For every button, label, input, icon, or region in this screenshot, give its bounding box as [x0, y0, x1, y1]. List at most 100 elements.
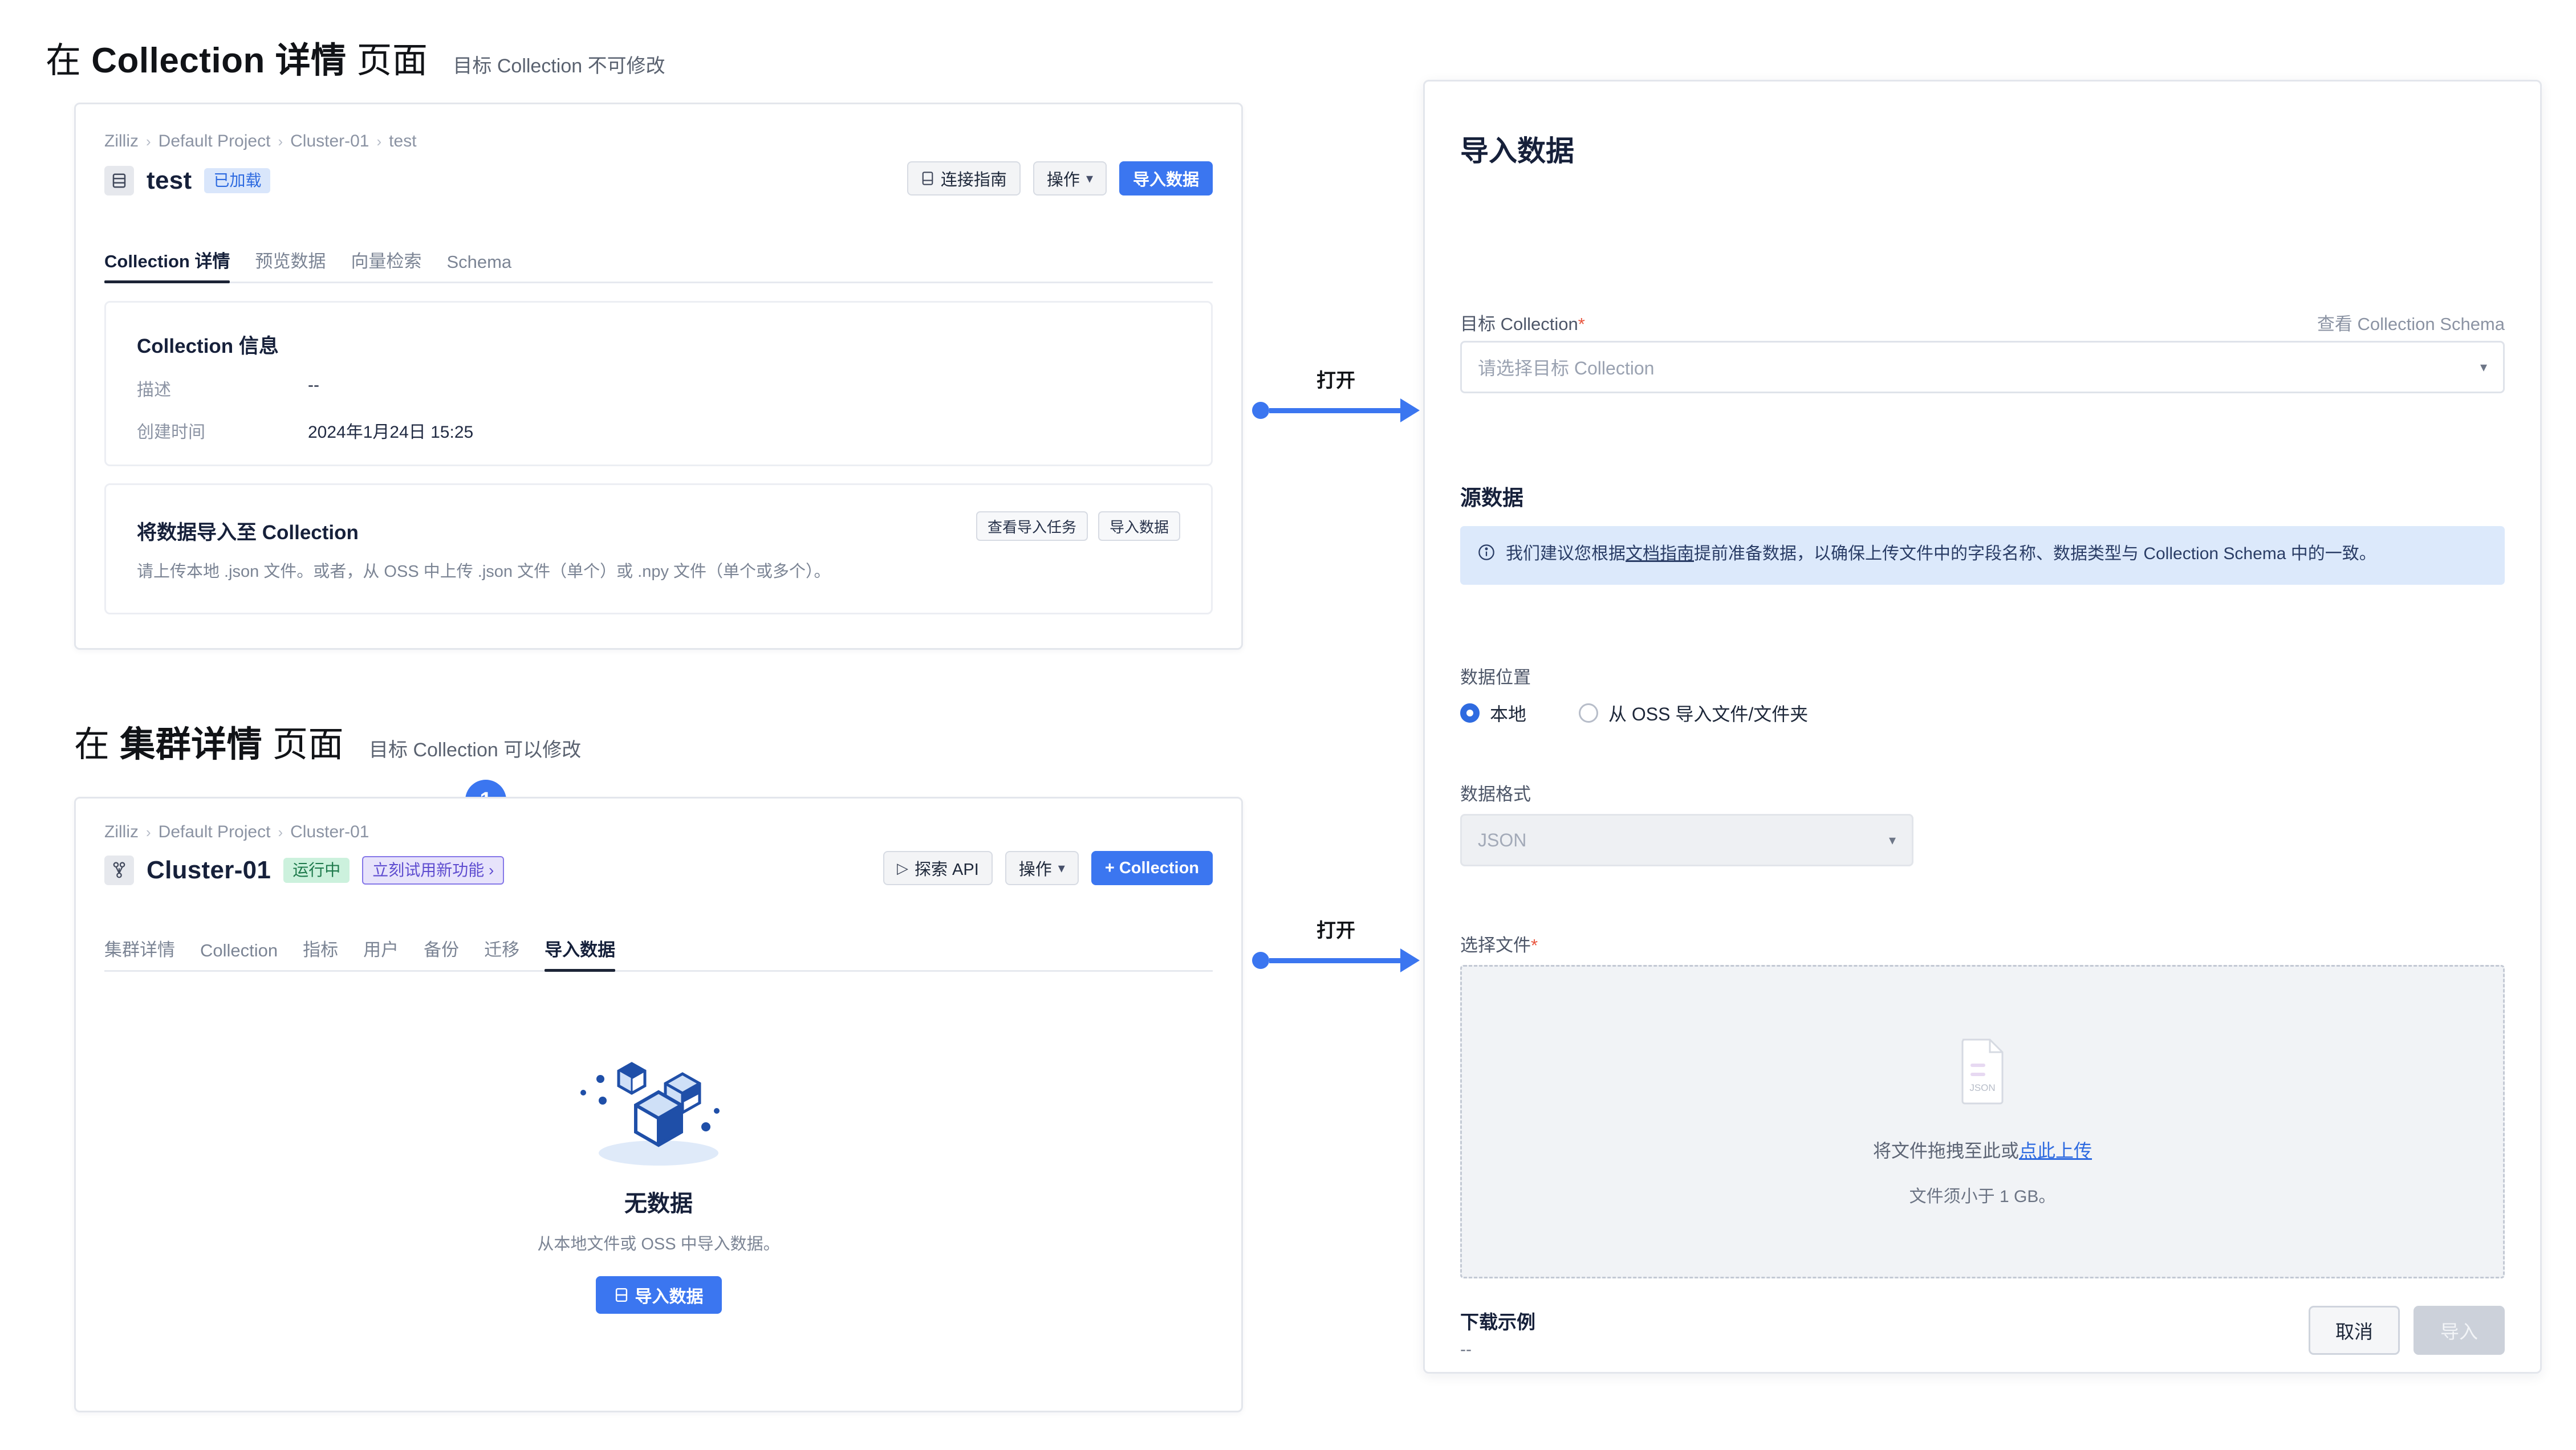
flow-arrow-label: 打开 [1317, 370, 1355, 392]
chevron-down-icon: ▾ [1086, 170, 1093, 186]
view-import-tasks-button[interactable]: 查看导入任务 [976, 511, 1088, 541]
empty-cubes-illustration [580, 1062, 720, 1166]
data-location-radio-group: 本地 从 OSS 导入文件/文件夹 [1460, 700, 1808, 726]
target-collection-label: 目标 Collection* [1460, 309, 1585, 335]
import-to-collection-panel: 将数据导入至 Collection 请上传本地 .json 文件。或者，从 OS… [104, 483, 1213, 614]
section-title-collection-detail: 在 Collection 详情 页面 [46, 31, 428, 83]
tab-metrics[interactable]: 指标 [303, 935, 338, 970]
data-format-value: JSON [1478, 829, 1527, 850]
connect-guide-button[interactable]: 连接指南 [907, 161, 1021, 195]
view-collection-schema-link[interactable]: 查看 Collection Schema [2317, 309, 2505, 335]
actions-label: 操作 [1046, 171, 1080, 189]
collection-info-title: Collection 信息 [137, 335, 279, 357]
click-to-upload-link[interactable]: 点此上传 [2019, 1141, 2092, 1161]
info-value-description: -- [308, 376, 319, 394]
actions-label: 操作 [1018, 861, 1052, 879]
heading-suffix: 页面 [356, 41, 428, 80]
file-dropzone[interactable]: JSON 将文件拖拽至此或点此上传 文件须小于 1 GB。 [1460, 965, 2505, 1278]
page-title: test [147, 166, 192, 194]
tab-import-data[interactable]: 导入数据 [545, 935, 616, 972]
radio-local-label: 本地 [1490, 704, 1527, 724]
explore-api-label: 探索 API [914, 861, 979, 879]
section-note-collection-detail: 目标 Collection 不可修改 [453, 55, 665, 77]
connect-guide-label: 连接指南 [940, 171, 1007, 189]
cluster-tabs: 集群详情 Collection 指标 用户 备份 迁移 导入数据 [104, 935, 1213, 972]
info-value-created-time: 2024年1月24日 15:25 [308, 423, 474, 442]
tab-preview-data[interactable]: 预览数据 [255, 247, 326, 282]
flow-arrow-dot-icon [1252, 952, 1269, 969]
radio-indicator-icon [1460, 703, 1480, 723]
flow-arrow-line [1252, 398, 1420, 422]
tab-vector-search[interactable]: 向量检索 [351, 247, 421, 282]
flow-arrow-line [1252, 948, 1420, 972]
target-collection-label-row: 目标 Collection* 查看 Collection Schema [1460, 309, 2505, 335]
book-icon [922, 172, 933, 185]
download-sample-value: -- [1460, 1340, 1472, 1359]
breadcrumb-item-zilliz[interactable]: Zilliz [104, 132, 139, 151]
collection-detail-card: Zilliz › Default Project › Cluster-01 › … [74, 103, 1243, 650]
import-data-button-empty-state[interactable]: 导入数据 [595, 1276, 722, 1314]
heading-prefix: 在 [74, 725, 110, 764]
confirm-import-button: 导入 [2414, 1306, 2505, 1355]
breadcrumb-item-cluster[interactable]: Cluster-01 [290, 822, 369, 842]
breadcrumb-collection: Zilliz › Default Project › Cluster-01 › … [104, 132, 417, 151]
page-title: Cluster-01 [147, 856, 271, 884]
cancel-button[interactable]: 取消 [2309, 1306, 2400, 1355]
add-collection-label: + Collection [1104, 858, 1199, 877]
breadcrumb-item-zilliz[interactable]: Zilliz [104, 822, 139, 842]
tab-users[interactable]: 用户 [363, 935, 399, 970]
tab-cluster-detail[interactable]: 集群详情 [104, 935, 175, 970]
breadcrumb-item-project[interactable]: Default Project [159, 822, 271, 842]
breadcrumb-separator-icon: › [146, 823, 151, 841]
section-heading-collection-detail: 在 Collection 详情 页面 目标 Collection 不可修改 [46, 31, 665, 83]
flow-arrow-open-top: 打开 [1252, 365, 1420, 422]
import-panel-description: 请上传本地 .json 文件。或者，从 OSS 中上传 .json 文件（单个）… [137, 563, 831, 581]
heading-suffix: 页面 [273, 725, 344, 764]
data-format-select[interactable]: JSON ▾ [1460, 814, 1913, 866]
breadcrumb-item-project[interactable]: Default Project [159, 132, 271, 151]
cluster-title-row: Cluster-01 运行中 立刻试用新功能 › [104, 856, 505, 885]
doc-guide-link[interactable]: 文档指南 [1626, 544, 1694, 563]
breadcrumb-item-collection[interactable]: test [389, 132, 416, 151]
radio-oss-label: 从 OSS 导入文件/文件夹 [1608, 704, 1809, 724]
collection-card-actions: 连接指南 操作 ▾ 导入数据 [907, 161, 1213, 195]
info-row-description: 描述 -- [137, 376, 319, 401]
collection-title-row: test 已加载 [104, 166, 271, 195]
target-collection-select[interactable]: 请选择目标 Collection ▾ [1460, 341, 2505, 393]
add-collection-button[interactable]: + Collection [1091, 851, 1213, 885]
info-key-created-time: 创建时间 [137, 423, 205, 442]
flow-arrow-dot-icon [1252, 402, 1269, 419]
tab-backup[interactable]: 备份 [424, 935, 459, 970]
select-file-label: 选择文件* [1460, 931, 1538, 956]
tab-schema[interactable]: Schema [446, 252, 511, 282]
chevron-down-icon: ▾ [1058, 860, 1065, 876]
download-sample-title[interactable]: 下载示例 [1460, 1307, 1535, 1334]
banner-suffix: 提前准备数据，以确保上传文件中的字段名称、数据类型与 Collection Sc… [1694, 544, 2376, 563]
required-asterisk: * [1578, 314, 1585, 334]
tab-migration[interactable]: 迁移 [484, 935, 519, 970]
cluster-icon [104, 856, 134, 885]
import-data-dialog: 导入数据 目标 Collection* 查看 Collection Schema… [1423, 80, 2542, 1374]
actions-dropdown-button[interactable]: 操作 ▾ [1005, 851, 1079, 885]
explore-api-button[interactable]: ▷ 探索 API [883, 851, 993, 885]
heading-prefix: 在 [46, 41, 82, 80]
tab-collection-detail[interactable]: Collection 详情 [104, 247, 230, 283]
flow-arrow-shaft [1269, 958, 1400, 963]
radio-local[interactable]: 本地 [1460, 700, 1526, 726]
source-data-info-banner: 我们建议您根据文档指南提前准备数据，以确保上传文件中的字段名称、数据类型与 Co… [1460, 526, 2505, 585]
breadcrumb-separator-icon: › [376, 132, 382, 150]
import-data-button-header[interactable]: 导入数据 [1119, 161, 1213, 195]
breadcrumb-separator-icon: › [278, 132, 283, 150]
empty-state: 无数据 从本地文件或 OSS 中导入数据。 导入数据 [76, 1044, 1241, 1314]
import-panel-title: 将数据导入至 Collection [137, 522, 359, 544]
breadcrumb-item-cluster[interactable]: Cluster-01 [290, 132, 369, 151]
chevron-down-icon: ▾ [1888, 832, 1896, 848]
radio-oss[interactable]: 从 OSS 导入文件/文件夹 [1579, 700, 1808, 726]
tab-collection[interactable]: Collection [200, 940, 278, 970]
select-file-label-text: 选择文件 [1460, 935, 1531, 955]
promo-badge-try-new-feature[interactable]: 立刻试用新功能 › [362, 856, 505, 885]
collection-info-panel: Collection 信息 描述 -- 创建时间 2024年1月24日 15:2… [104, 301, 1213, 466]
actions-dropdown-button[interactable]: 操作 ▾ [1033, 161, 1107, 195]
import-data-button-panel[interactable]: 导入数据 [1098, 511, 1180, 541]
heading-strong: Collection 详情 [91, 41, 347, 80]
